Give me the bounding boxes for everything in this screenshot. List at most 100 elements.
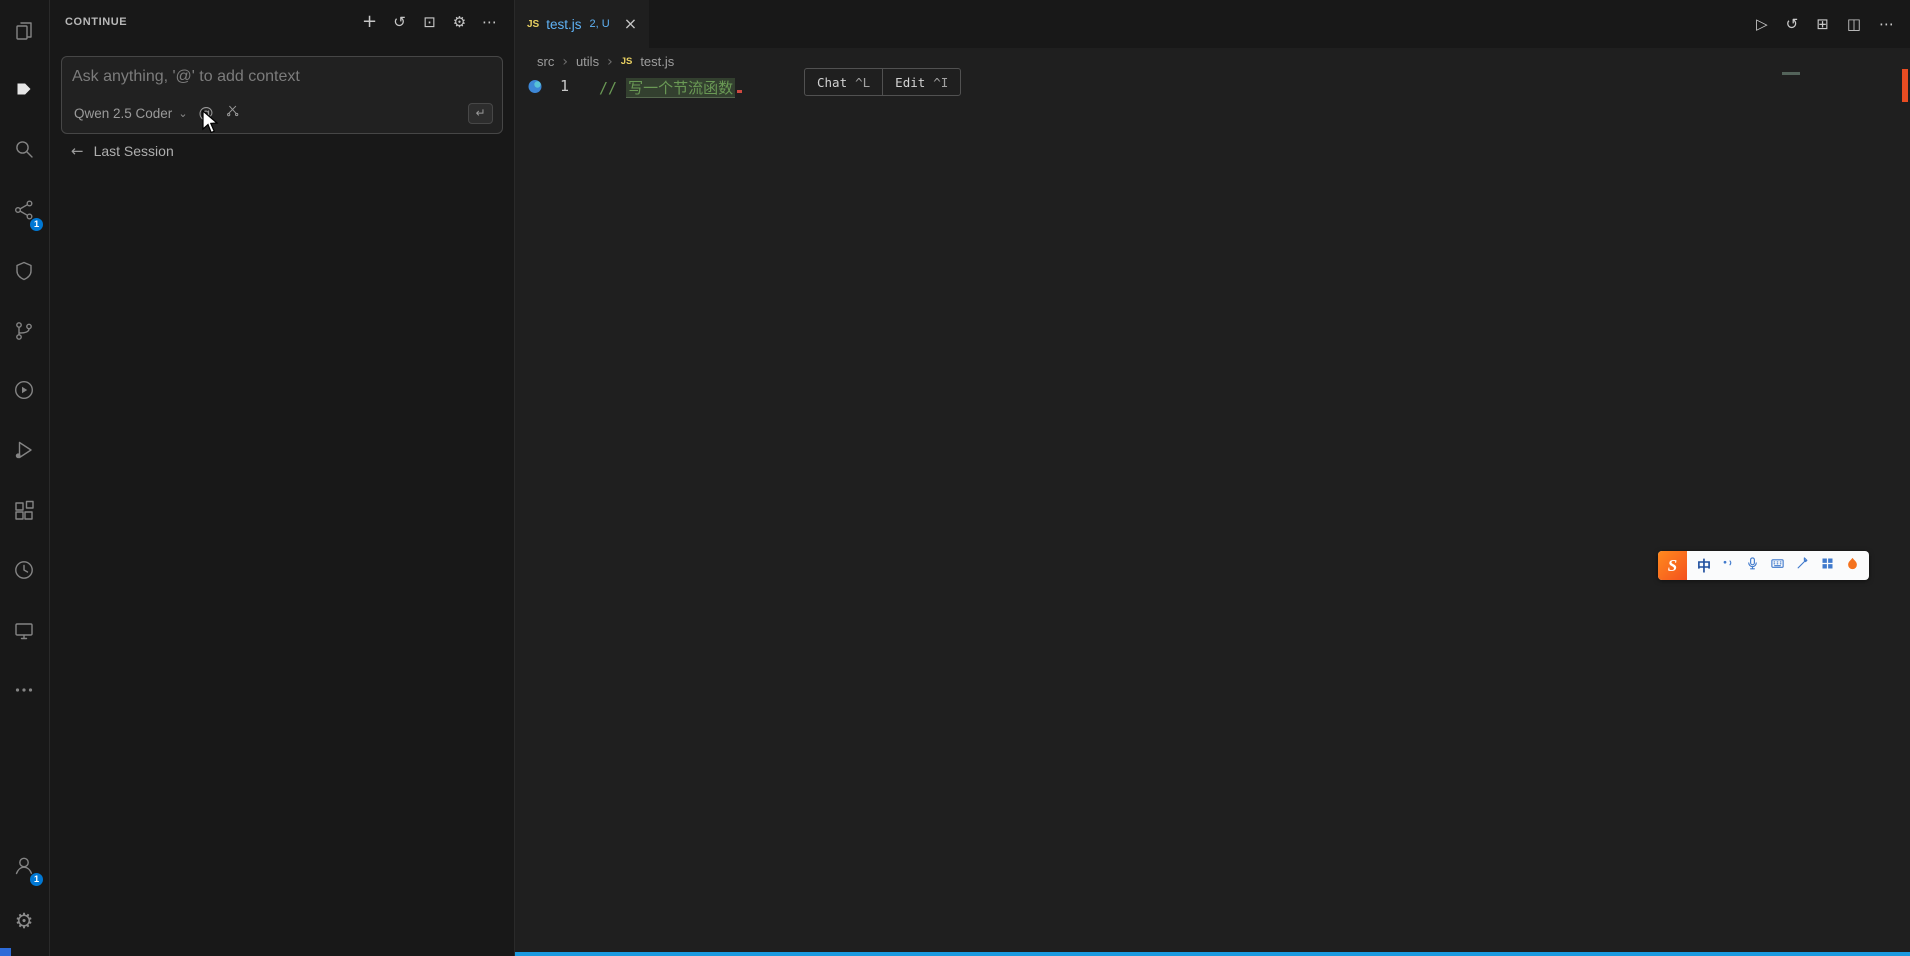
last-session-label: Last Session xyxy=(93,143,174,159)
activity-item-remote-explorer[interactable] xyxy=(0,611,48,655)
last-session-link[interactable]: ← Last Session xyxy=(71,143,174,159)
activity-item-search[interactable] xyxy=(0,129,48,173)
activity-bar: 1 1 ⚙ xyxy=(0,0,50,956)
panel-toolbar: + ↺ ⊡ ⚙ ⋯ xyxy=(361,13,498,31)
toggle-layout-button[interactable]: ◫ xyxy=(1847,16,1861,32)
submit-button[interactable]: ↵ xyxy=(468,102,493,124)
activity-item-chat-remote[interactable]: 1 xyxy=(0,190,48,234)
sogou-logo-letter: S xyxy=(1667,555,1678,575)
more-actions-button[interactable]: ⋯ xyxy=(1879,16,1894,32)
add-context-button[interactable]: @ xyxy=(199,105,214,121)
clock-icon xyxy=(12,558,36,587)
sogou-ime-toolbar: S 中 xyxy=(1658,551,1869,580)
activity-item-explorer[interactable] xyxy=(0,11,48,55)
play-circle-icon xyxy=(12,378,36,407)
code-text[interactable]: // 写一个节流函数 xyxy=(599,77,743,98)
panel-title: CONTINUE xyxy=(65,16,128,28)
activity-item-more-views[interactable] xyxy=(0,670,48,714)
chat-input[interactable] xyxy=(70,62,474,92)
inline-chat-label: Chat xyxy=(817,74,848,90)
inline-edit-shortcut: ^I xyxy=(933,74,949,90)
model-label: Qwen 2.5 Coder xyxy=(74,105,173,121)
activity-badge: 1 xyxy=(29,217,44,232)
activity-item-extension[interactable] xyxy=(0,251,48,295)
keyboard-icon xyxy=(1770,556,1785,576)
activity-item-continue[interactable] xyxy=(0,69,48,113)
run-button[interactable]: ▷ xyxy=(1756,16,1768,32)
code-line-1: 1 // 写一个节流函数 xyxy=(515,75,1890,98)
activity-item-timeline[interactable] xyxy=(0,550,48,594)
flame-icon xyxy=(1845,556,1860,576)
microphone-icon xyxy=(1745,556,1760,576)
shield-icon xyxy=(12,259,36,288)
chevron-right-icon: › xyxy=(562,53,568,70)
chevron-right-icon: › xyxy=(607,53,613,70)
continue-gutter-icon[interactable] xyxy=(527,78,544,95)
bottom-left-indicator xyxy=(0,948,11,956)
gear-icon: ⚙ xyxy=(14,908,34,933)
open-in-editor-button[interactable]: ⊡ xyxy=(421,14,438,30)
ime-caret xyxy=(737,90,743,93)
breadcrumb-utils[interactable]: utils xyxy=(576,54,599,69)
continue-logo-icon xyxy=(12,77,36,106)
files-icon xyxy=(12,19,36,48)
minimap-line-marker xyxy=(1782,72,1800,75)
activity-item-run-and-debug[interactable] xyxy=(0,430,48,474)
activity-item-settings[interactable]: ⚙ xyxy=(0,899,48,943)
vscode-window: 1 1 ⚙ CONTINUE + ↺ ⊡ ⚙ ⋯ Ask anything, '… xyxy=(0,0,1910,956)
activity-item-source-control[interactable] xyxy=(0,311,48,355)
ime-apps-button[interactable] xyxy=(1819,557,1836,574)
ellipsis-icon xyxy=(12,678,36,707)
ime-chinese-mode-toggle[interactable]: 中 xyxy=(1697,556,1711,576)
back-arrow-icon: ← xyxy=(71,141,84,160)
breadcrumb-src[interactable]: src xyxy=(537,54,554,69)
split-editor-button[interactable]: ⊞ xyxy=(1816,16,1829,32)
tab-filename: test.js xyxy=(546,16,582,32)
punctuation-icon xyxy=(1720,556,1735,576)
new-session-button[interactable]: + xyxy=(361,13,378,31)
tab-decorations: 2, U xyxy=(589,18,610,30)
ime-skin-button[interactable] xyxy=(1844,557,1861,574)
timeline-history-button[interactable]: ↺ xyxy=(1786,16,1799,32)
comment-prefix: // xyxy=(599,79,618,97)
accounts-badge: 1 xyxy=(29,872,44,887)
editor-content[interactable] xyxy=(515,98,1910,952)
continue-panel: CONTINUE + ↺ ⊡ ⚙ ⋯ Qwen 2.5 Coder ⌄ @ xyxy=(49,0,515,956)
debug-play-icon xyxy=(12,438,36,467)
sogou-logo[interactable]: S xyxy=(1658,551,1687,580)
breadcrumb: src › utils › JS test.js xyxy=(515,48,674,75)
settings-button[interactable]: ⚙ xyxy=(451,14,468,30)
ime-smart-input-button[interactable] xyxy=(1794,556,1811,576)
history-button[interactable]: ↺ xyxy=(391,14,408,30)
js-file-icon: JS xyxy=(620,56,633,67)
ime-keyboard-button[interactable] xyxy=(1769,557,1786,574)
chat-input-box[interactable]: Qwen 2.5 Coder ⌄ @ ↵ xyxy=(61,56,503,134)
magic-wand-icon xyxy=(1795,556,1810,576)
ime-punctuation-button[interactable] xyxy=(1719,557,1736,574)
panel-header: CONTINUE + ↺ ⊡ ⚙ ⋯ xyxy=(49,0,514,44)
activity-item-extensions[interactable] xyxy=(0,491,48,535)
tools-button[interactable] xyxy=(225,103,241,124)
inline-chat-button[interactable]: Chat ^L xyxy=(805,69,882,95)
activity-item-accounts[interactable]: 1 xyxy=(0,845,48,889)
editor-group: JS test.js 2, U × ▷ ↺ ⊞ ◫ ⋯ src › utils … xyxy=(515,0,1910,952)
git-branch-icon xyxy=(12,319,36,348)
ime-voice-button[interactable] xyxy=(1744,556,1761,576)
more-options-button[interactable]: ⋯ xyxy=(481,14,498,30)
chat-input-toolbar: Qwen 2.5 Coder ⌄ @ ↵ xyxy=(74,101,493,125)
enter-icon: ↵ xyxy=(475,106,486,120)
breadcrumb-file[interactable]: test.js xyxy=(640,54,674,69)
inline-chat-widget: Chat ^L Edit ^I xyxy=(804,68,962,96)
inline-chat-shortcut: ^L xyxy=(855,74,871,90)
model-selector[interactable]: Qwen 2.5 Coder ⌄ xyxy=(74,106,188,121)
tools-icon xyxy=(225,103,241,124)
tab-testjs[interactable]: JS test.js 2, U × xyxy=(515,0,650,48)
tab-bar: JS test.js 2, U × ▷ ↺ ⊞ ◫ ⋯ xyxy=(515,0,1910,48)
search-icon xyxy=(12,137,36,166)
tab-close-icon[interactable]: × xyxy=(624,16,637,32)
apps-grid-icon xyxy=(1820,556,1835,576)
activity-item-run[interactable] xyxy=(0,370,48,414)
line-number: 1 xyxy=(559,77,569,95)
monitor-icon xyxy=(12,619,36,648)
inline-edit-button[interactable]: Edit ^I xyxy=(882,69,960,95)
